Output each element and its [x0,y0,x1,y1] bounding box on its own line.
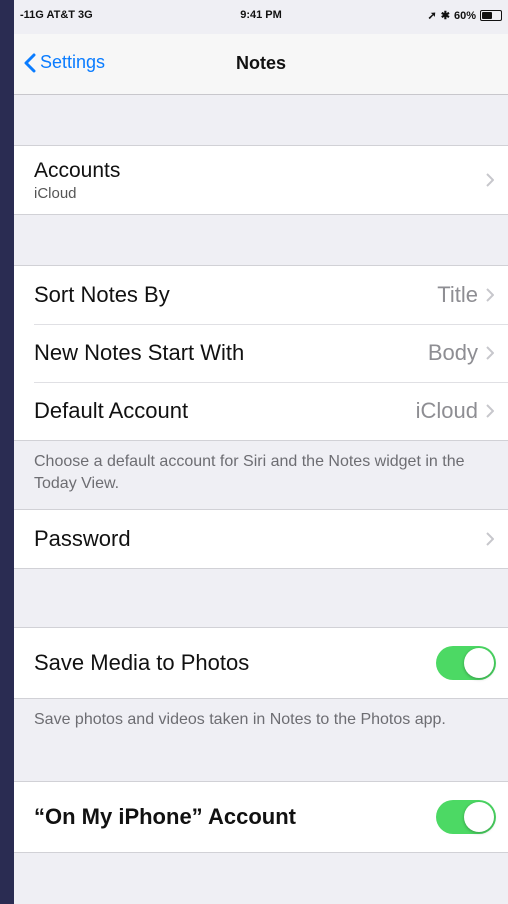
sort-value: Title [437,282,478,307]
chevron-right-icon [486,403,496,419]
password-group: Password [14,509,508,569]
save-media-footer: Save photos and videos taken in Notes to… [34,711,446,728]
on-my-iphone-row: “On My iPhone” Account [14,782,508,852]
navigation-bar: Settings Notes [14,34,508,95]
accounts-group: Accounts iCloud [14,145,508,215]
bluetooth-icon: ✱ [440,10,450,22]
sort-options-group: Sort Notes By Title New Notes Start With… [14,265,508,441]
on-my-iphone-toggle[interactable] [436,800,496,834]
default-account-label: Default Account [34,398,189,423]
accounts-label: Accounts [34,158,121,182]
battery-percent: 60% [453,9,476,22]
chevron-right-icon [486,172,496,188]
password-row[interactable]: Password [14,510,508,568]
chevron-right-icon [486,345,496,361]
location-icon: ➚ [427,10,437,22]
sort-label: Sort Notes By [34,282,170,307]
new-notes-value: Body [427,340,478,365]
accounts-row[interactable]: Accounts iCloud [14,146,508,214]
media-group: Save Media to Photos [14,627,508,699]
page-title: Notes [235,53,286,73]
chevron-right-icon [486,287,496,303]
default-account-footer: Choose a default account for Siri and th… [34,453,465,492]
save-media-row: Save Media to Photos [14,628,508,698]
settings-screen: -11G AT&T 3G 9:41 PM ➚ ✱ 60% Settings No… [14,0,508,904]
new-notes-start-row[interactable]: New Notes Start With Body [14,324,508,382]
sort-notes-by-row[interactable]: Sort Notes By Title [14,266,508,324]
save-media-toggle[interactable] [436,646,496,680]
chevron-right-icon [486,531,496,547]
default-account-value: iCloud [415,398,478,423]
battery-icon [480,10,502,21]
new-notes-label: New Notes Start With [34,340,245,365]
password-label: Password [34,526,131,551]
accounts-sublabel: iCloud [34,184,77,202]
status-bar: -11G AT&T 3G 9:41 PM ➚ ✱ 60% [14,0,508,34]
default-account-row[interactable]: Default Account iCloud [14,382,508,440]
on-my-iphone-label: “On My iPhone” Account [34,804,296,829]
status-right: ➚ ✱ 60% [428,9,502,22]
on-my-iphone-group: “On My iPhone” Account [14,781,508,853]
save-media-label: Save Media to Photos [34,650,250,675]
